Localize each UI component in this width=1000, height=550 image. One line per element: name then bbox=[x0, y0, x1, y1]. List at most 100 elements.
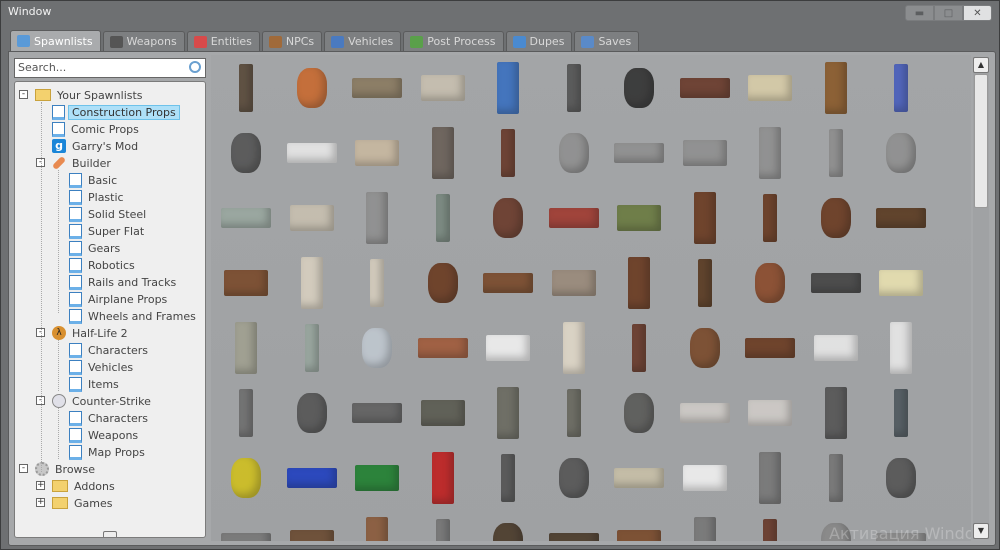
prop-spawn-icon[interactable] bbox=[411, 511, 475, 541]
tree-item[interactable]: Rails and Tracks bbox=[69, 274, 179, 290]
prop-spawn-icon[interactable] bbox=[411, 251, 475, 315]
prop-spawn-icon[interactable] bbox=[542, 186, 606, 250]
tree-item[interactable]: Basic bbox=[69, 172, 120, 188]
scroll-thumb[interactable] bbox=[974, 74, 988, 208]
tree-item[interactable]: Addons bbox=[52, 478, 118, 494]
prop-spawn-icon[interactable] bbox=[345, 446, 409, 510]
prop-spawn-icon[interactable] bbox=[411, 186, 475, 250]
prop-spawn-icon[interactable] bbox=[411, 381, 475, 445]
prop-spawn-icon[interactable] bbox=[411, 316, 475, 380]
prop-spawn-icon[interactable] bbox=[738, 251, 802, 315]
prop-spawn-icon[interactable] bbox=[476, 251, 540, 315]
prop-spawn-icon[interactable] bbox=[476, 511, 540, 541]
search-input[interactable]: Search... bbox=[14, 58, 206, 78]
prop-spawn-icon[interactable] bbox=[280, 186, 344, 250]
prop-spawn-icon[interactable] bbox=[345, 251, 409, 315]
prop-spawn-icon[interactable] bbox=[542, 121, 606, 185]
tree-item[interactable]: Characters bbox=[69, 342, 151, 358]
minimize-button[interactable]: ▬ bbox=[905, 5, 934, 21]
prop-spawn-icon[interactable] bbox=[542, 381, 606, 445]
prop-spawn-icon[interactable] bbox=[280, 56, 344, 120]
prop-spawn-icon[interactable] bbox=[869, 251, 933, 315]
scrollbar[interactable]: ▲ ▼ bbox=[973, 57, 989, 539]
prop-spawn-icon[interactable] bbox=[607, 121, 671, 185]
expand-icon[interactable]: + bbox=[36, 498, 45, 507]
prop-spawn-icon[interactable] bbox=[411, 56, 475, 120]
collapse-icon[interactable]: - bbox=[19, 90, 28, 99]
prop-spawn-icon[interactable] bbox=[804, 56, 868, 120]
prop-spawn-icon[interactable] bbox=[542, 56, 606, 120]
prop-spawn-icon[interactable] bbox=[804, 121, 868, 185]
tree-item[interactable]: Vehicles bbox=[69, 359, 136, 375]
search-icon[interactable] bbox=[189, 61, 201, 73]
prop-spawn-icon[interactable] bbox=[673, 381, 737, 445]
tab-spawnlists[interactable]: Spawnlists bbox=[10, 30, 101, 51]
maximize-button[interactable]: □ bbox=[934, 5, 963, 21]
prop-spawn-icon[interactable] bbox=[345, 316, 409, 380]
prop-spawn-icon[interactable] bbox=[869, 446, 933, 510]
prop-spawn-icon[interactable] bbox=[869, 381, 933, 445]
prop-spawn-icon[interactable] bbox=[738, 511, 802, 541]
tree-item[interactable]: Items bbox=[69, 376, 122, 392]
prop-spawn-icon[interactable] bbox=[542, 511, 606, 541]
prop-spawn-icon[interactable] bbox=[542, 446, 606, 510]
tree-item[interactable]: Builder bbox=[51, 155, 114, 171]
prop-spawn-icon[interactable] bbox=[411, 446, 475, 510]
tab-saves[interactable]: Saves bbox=[574, 31, 640, 51]
prop-spawn-icon[interactable] bbox=[804, 381, 868, 445]
prop-spawn-icon[interactable] bbox=[280, 316, 344, 380]
prop-spawn-icon[interactable] bbox=[345, 121, 409, 185]
prop-spawn-icon[interactable] bbox=[607, 316, 671, 380]
prop-spawn-icon[interactable] bbox=[476, 121, 540, 185]
prop-spawn-icon[interactable] bbox=[476, 56, 540, 120]
prop-spawn-icon[interactable] bbox=[214, 316, 278, 380]
prop-spawn-icon[interactable] bbox=[738, 316, 802, 380]
prop-spawn-icon[interactable] bbox=[869, 121, 933, 185]
prop-spawn-icon[interactable] bbox=[804, 186, 868, 250]
tree-item[interactable]: Your Spawnlists bbox=[35, 87, 146, 103]
prop-spawn-icon[interactable] bbox=[673, 316, 737, 380]
collapse-icon[interactable]: - bbox=[19, 464, 28, 473]
prop-spawn-icon[interactable] bbox=[607, 446, 671, 510]
prop-spawn-icon[interactable] bbox=[411, 121, 475, 185]
tab-entities[interactable]: Entities bbox=[186, 31, 260, 51]
prop-spawn-icon[interactable] bbox=[673, 511, 737, 541]
tree-item[interactable]: Map Props bbox=[69, 444, 148, 460]
prop-spawn-icon[interactable] bbox=[214, 56, 278, 120]
prop-spawn-icon[interactable] bbox=[738, 121, 802, 185]
prop-spawn-icon[interactable] bbox=[869, 316, 933, 380]
prop-spawn-icon[interactable] bbox=[738, 446, 802, 510]
prop-spawn-icon[interactable] bbox=[738, 186, 802, 250]
tree-item[interactable]: Solid Steel bbox=[69, 206, 149, 222]
prop-spawn-icon[interactable] bbox=[280, 381, 344, 445]
tab-post-process[interactable]: Post Process bbox=[403, 31, 504, 51]
tree-item[interactable]: Browse bbox=[35, 461, 98, 477]
tab-weapons[interactable]: Weapons bbox=[102, 31, 185, 51]
prop-spawn-icon[interactable] bbox=[345, 56, 409, 120]
prop-spawn-icon[interactable] bbox=[214, 121, 278, 185]
prop-spawn-icon[interactable] bbox=[804, 446, 868, 510]
tree-item[interactable]: Counter-Strike bbox=[52, 393, 154, 409]
tree-item[interactable]: g Garry's Mod bbox=[52, 138, 141, 154]
prop-spawn-icon[interactable] bbox=[673, 56, 737, 120]
tree-item[interactable]: Plastic bbox=[69, 189, 127, 205]
scroll-up-button[interactable]: ▲ bbox=[973, 57, 989, 73]
tree-item[interactable]: Super Flat bbox=[69, 223, 147, 239]
prop-spawn-icon[interactable] bbox=[804, 316, 868, 380]
tab-vehicles[interactable]: Vehicles bbox=[324, 31, 402, 51]
prop-spawn-icon[interactable] bbox=[804, 251, 868, 315]
tree-item[interactable]: Construction Props bbox=[52, 104, 180, 120]
prop-spawn-icon[interactable] bbox=[476, 446, 540, 510]
prop-spawn-icon[interactable] bbox=[738, 56, 802, 120]
prop-spawn-icon[interactable] bbox=[869, 186, 933, 250]
prop-spawn-icon[interactable] bbox=[345, 381, 409, 445]
prop-spawn-icon[interactable] bbox=[542, 251, 606, 315]
prop-spawn-icon[interactable] bbox=[607, 186, 671, 250]
tree-item[interactable]: Comic Props bbox=[52, 121, 142, 137]
prop-spawn-icon[interactable] bbox=[738, 381, 802, 445]
scroll-down-button[interactable]: ▼ bbox=[973, 523, 989, 539]
prop-spawn-icon[interactable] bbox=[280, 446, 344, 510]
tree-item[interactable]: λ Half-Life 2 bbox=[52, 325, 131, 341]
prop-spawn-icon[interactable] bbox=[476, 316, 540, 380]
prop-spawn-icon[interactable] bbox=[280, 511, 344, 541]
